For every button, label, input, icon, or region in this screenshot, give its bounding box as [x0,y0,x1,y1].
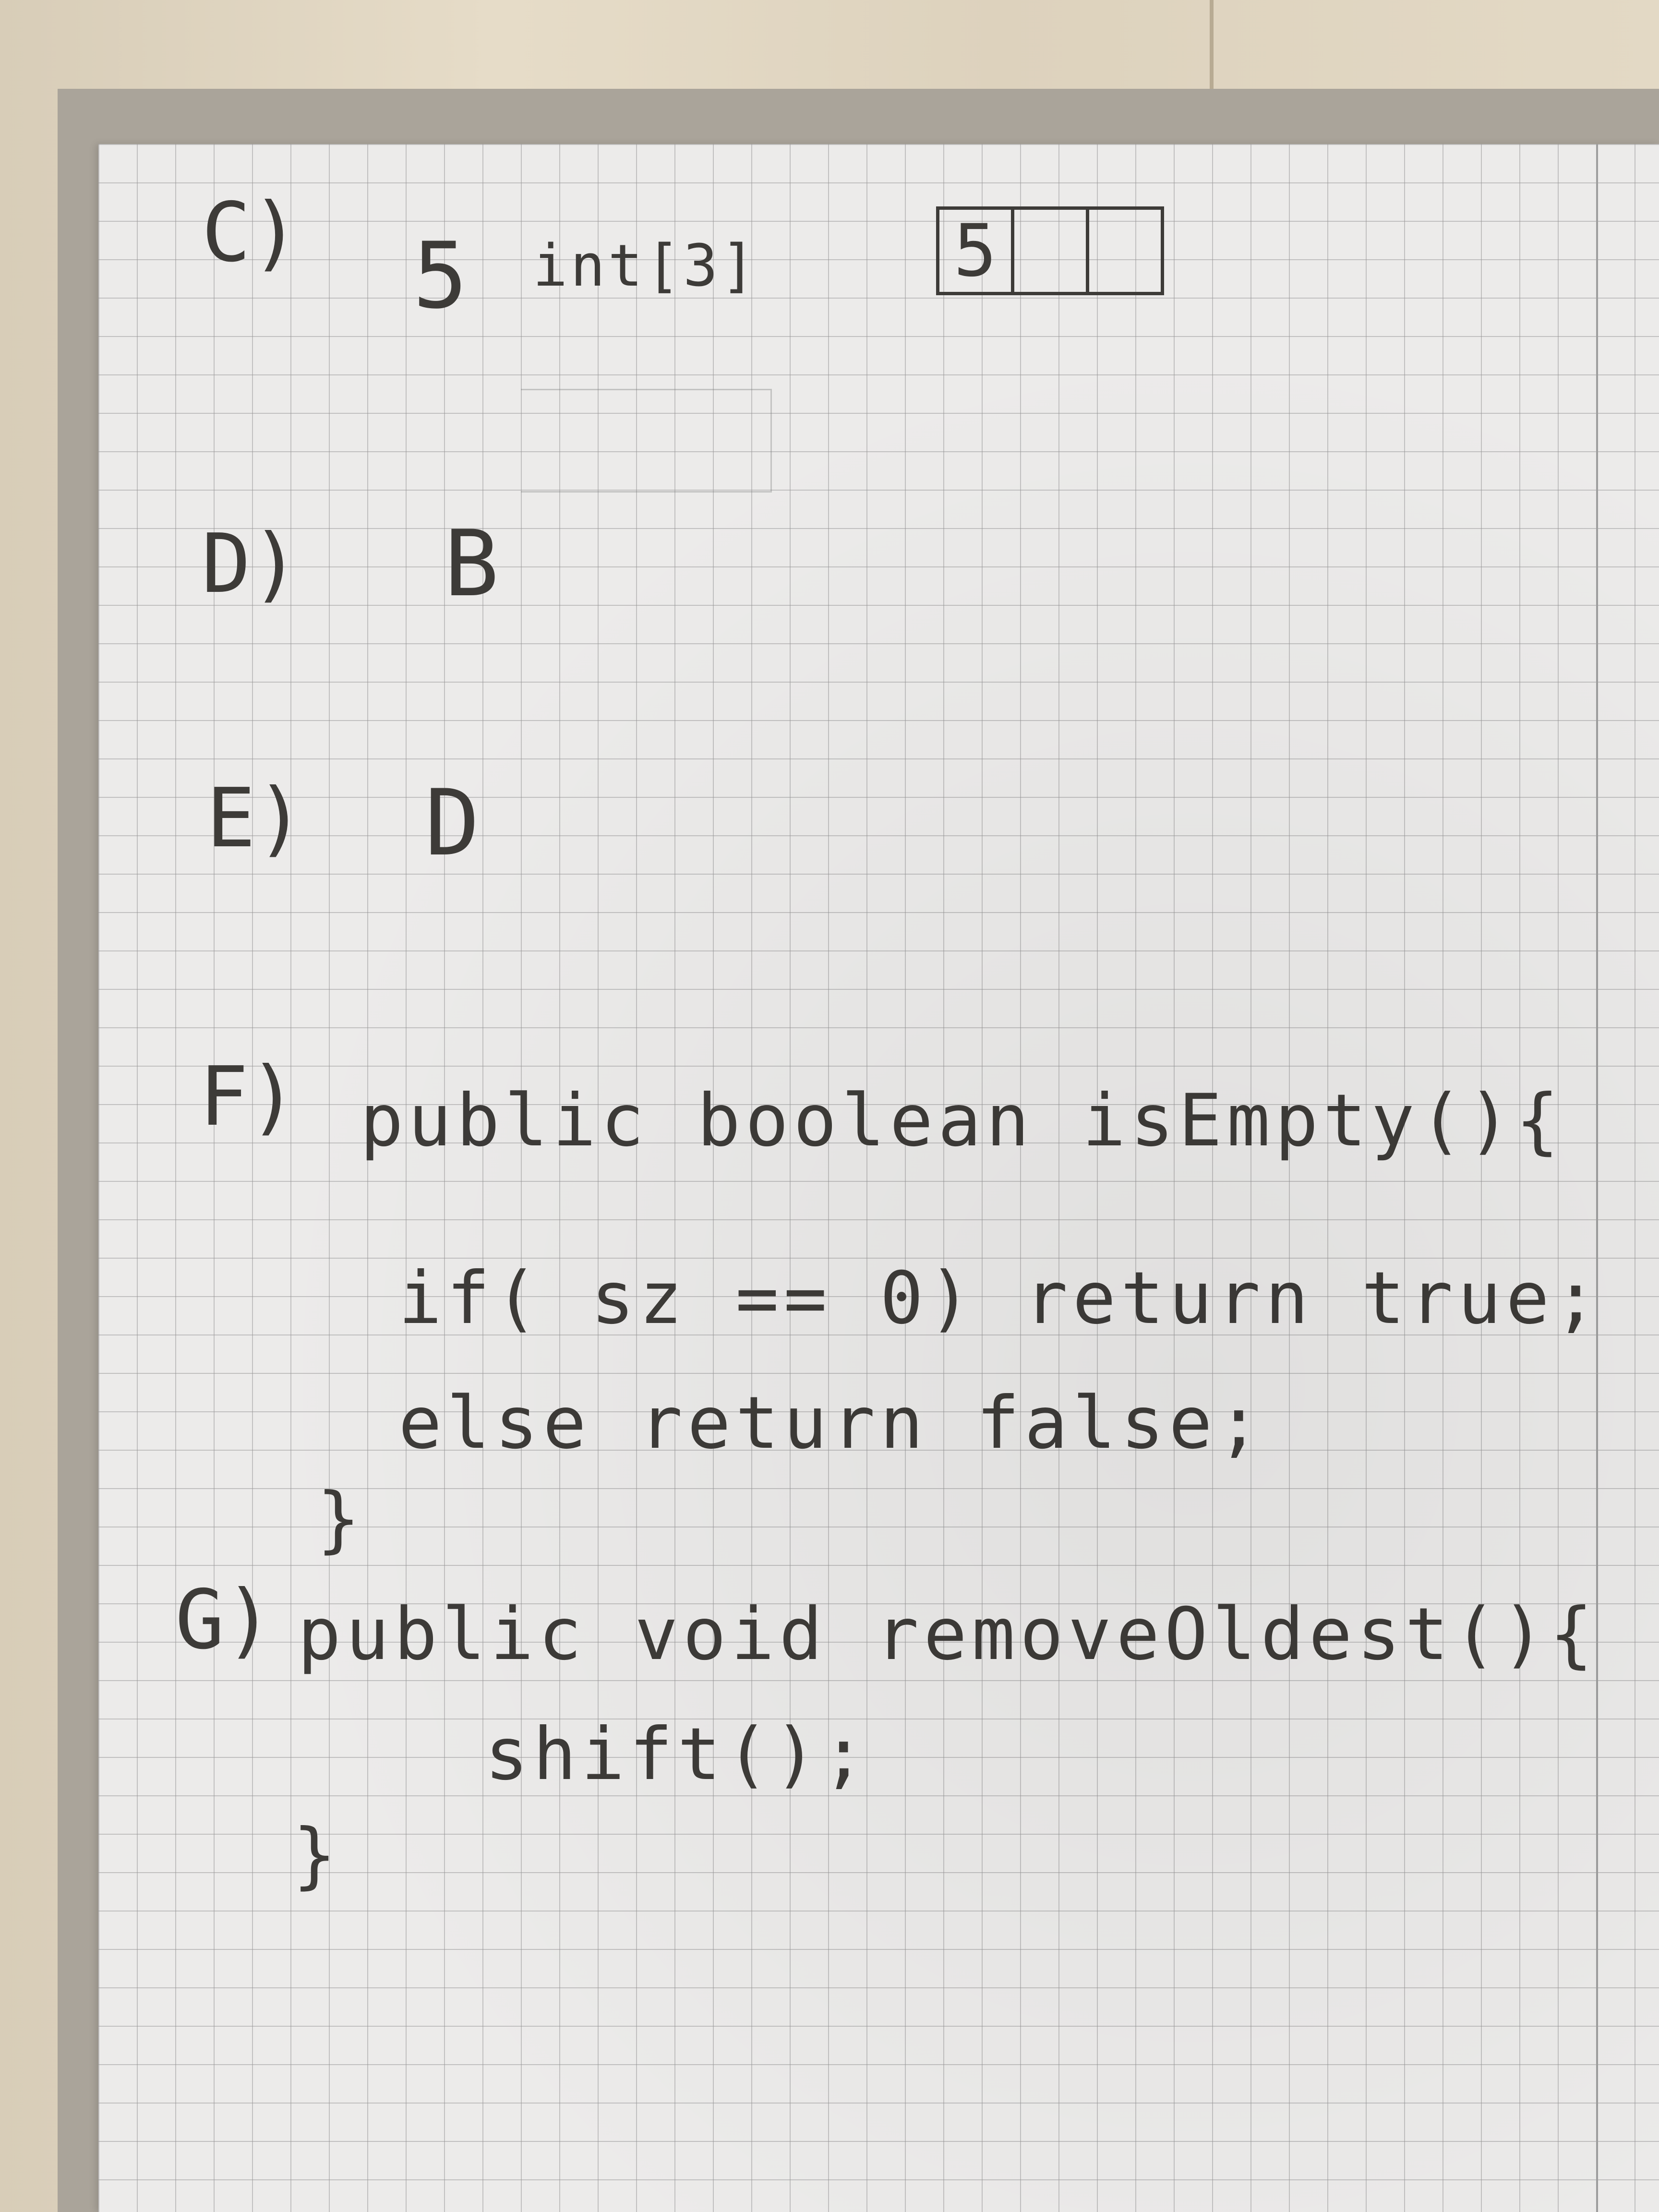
part-c-value: 5 [413,223,468,329]
erased-box [521,389,772,493]
g-code-line: public void removeOldest(){ [298,1593,1598,1676]
part-c-type: int[3] [533,233,758,300]
part-f-label: F) [199,1049,298,1144]
array-cells: 5 [936,206,1164,295]
part-e-label: E) [206,771,305,866]
f-code-line: else return false; [398,1382,1265,1465]
f-code-line: public boolean isEmpty(){ [360,1079,1564,1163]
g-code-line: shift(); [485,1713,870,1796]
part-c-label: C) [202,185,300,280]
g-code-line: } [293,1814,341,1897]
array-cell [1089,210,1161,292]
f-code-line: } [317,1478,365,1561]
part-g-label: G) [175,1573,274,1668]
part-d-label: D) [202,517,300,612]
f-code-line: if( sz == 0) return true; [398,1257,1602,1340]
margin-line [1596,144,1598,2212]
array-cell: 5 [939,209,1014,293]
array-cell [1014,210,1089,292]
part-d-answer: B [444,511,499,617]
part-e-answer: D [425,770,480,876]
graph-paper-sheet: C) 5 int[3] 5 D) B E) D F) public boolea… [98,144,1659,2212]
